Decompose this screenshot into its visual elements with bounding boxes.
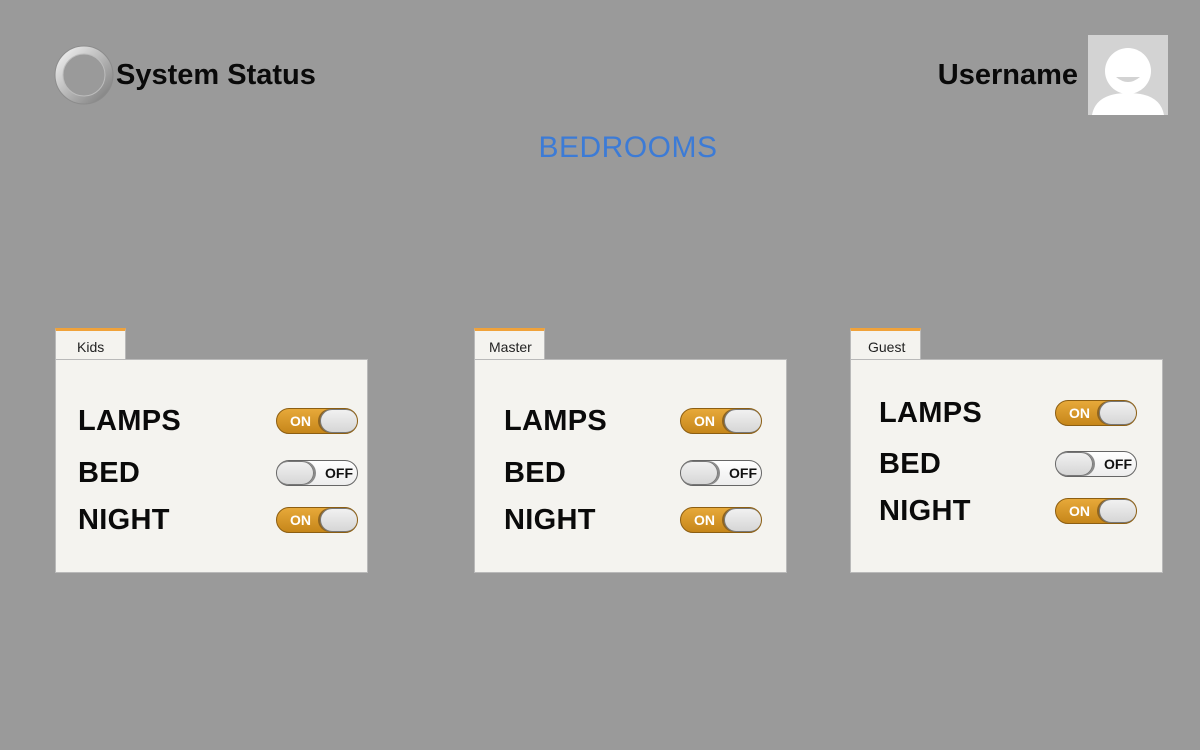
toggle-knob[interactable] bbox=[320, 409, 357, 433]
bed-toggle[interactable]: OFF bbox=[276, 460, 358, 486]
night-toggle[interactable]: ON bbox=[1055, 498, 1137, 524]
toggle-state-text: OFF bbox=[325, 465, 353, 481]
toggle-knob[interactable] bbox=[277, 461, 314, 485]
room-panel-master: Master LAMPS ON BED OFF NIGHT ON bbox=[474, 328, 787, 573]
control-row-bed: BED OFF bbox=[879, 446, 1162, 482]
night-toggle[interactable]: ON bbox=[680, 507, 762, 533]
lamps-toggle[interactable]: ON bbox=[1055, 400, 1137, 426]
room-panel-guest: Guest LAMPS ON BED OFF NIGHT ON bbox=[850, 328, 1163, 573]
control-label: BED bbox=[504, 457, 567, 489]
system-status[interactable]: System Status bbox=[54, 45, 316, 105]
room-tab-master[interactable]: Master bbox=[474, 328, 545, 359]
control-label: NIGHT bbox=[78, 504, 170, 536]
toggle-state-text: OFF bbox=[729, 465, 757, 481]
toggle-knob[interactable] bbox=[681, 461, 718, 485]
control-row-bed: BED OFF bbox=[78, 455, 367, 491]
control-row-night: NIGHT ON bbox=[504, 502, 786, 538]
control-row-lamps: LAMPS ON bbox=[504, 403, 786, 439]
control-label: LAMPS bbox=[504, 405, 607, 437]
toggle-knob[interactable] bbox=[724, 508, 761, 532]
control-row-night: NIGHT ON bbox=[78, 502, 367, 538]
bed-toggle[interactable]: OFF bbox=[680, 460, 762, 486]
toggle-knob[interactable] bbox=[1099, 401, 1136, 425]
room-body: LAMPS ON BED OFF NIGHT ON bbox=[55, 359, 368, 573]
control-row-bed: BED OFF bbox=[504, 455, 786, 491]
toggle-state-text: OFF bbox=[1104, 456, 1132, 472]
room-tab-kids[interactable]: Kids bbox=[55, 328, 126, 359]
toggle-knob[interactable] bbox=[1099, 499, 1136, 523]
room-body: LAMPS ON BED OFF NIGHT ON bbox=[474, 359, 787, 573]
spinner-ring-icon bbox=[54, 45, 114, 105]
control-label: NIGHT bbox=[504, 504, 596, 536]
toggle-state-text: ON bbox=[694, 413, 715, 429]
room-body: LAMPS ON BED OFF NIGHT ON bbox=[850, 359, 1163, 573]
toggle-state-text: ON bbox=[290, 512, 311, 528]
control-row-lamps: LAMPS ON bbox=[78, 403, 367, 439]
user-avatar-icon[interactable] bbox=[1088, 35, 1168, 115]
room-tab-guest[interactable]: Guest bbox=[850, 328, 921, 359]
lamps-toggle[interactable]: ON bbox=[276, 408, 358, 434]
username-label: Username bbox=[937, 58, 1078, 91]
control-label: LAMPS bbox=[78, 405, 181, 437]
room-panel-kids: Kids LAMPS ON BED OFF NIGHT ON bbox=[55, 328, 368, 573]
bed-toggle[interactable]: OFF bbox=[1055, 451, 1137, 477]
page-title: BEDROOMS bbox=[538, 131, 718, 164]
toggle-state-text: ON bbox=[1069, 405, 1090, 421]
toggle-state-text: ON bbox=[290, 413, 311, 429]
toggle-state-text: ON bbox=[694, 512, 715, 528]
status-title: System Status bbox=[116, 58, 316, 91]
night-toggle[interactable]: ON bbox=[276, 507, 358, 533]
toggle-knob[interactable] bbox=[724, 409, 761, 433]
control-row-lamps: LAMPS ON bbox=[879, 395, 1162, 431]
control-label: NIGHT bbox=[879, 495, 971, 527]
lamps-toggle[interactable]: ON bbox=[680, 408, 762, 434]
toggle-state-text: ON bbox=[1069, 503, 1090, 519]
user-area[interactable]: Username bbox=[938, 35, 1168, 115]
control-label: BED bbox=[879, 448, 942, 480]
control-label: LAMPS bbox=[879, 397, 982, 429]
toggle-knob[interactable] bbox=[320, 508, 357, 532]
control-label: BED bbox=[78, 457, 141, 489]
control-row-night: NIGHT ON bbox=[879, 493, 1162, 529]
toggle-knob[interactable] bbox=[1056, 452, 1093, 476]
